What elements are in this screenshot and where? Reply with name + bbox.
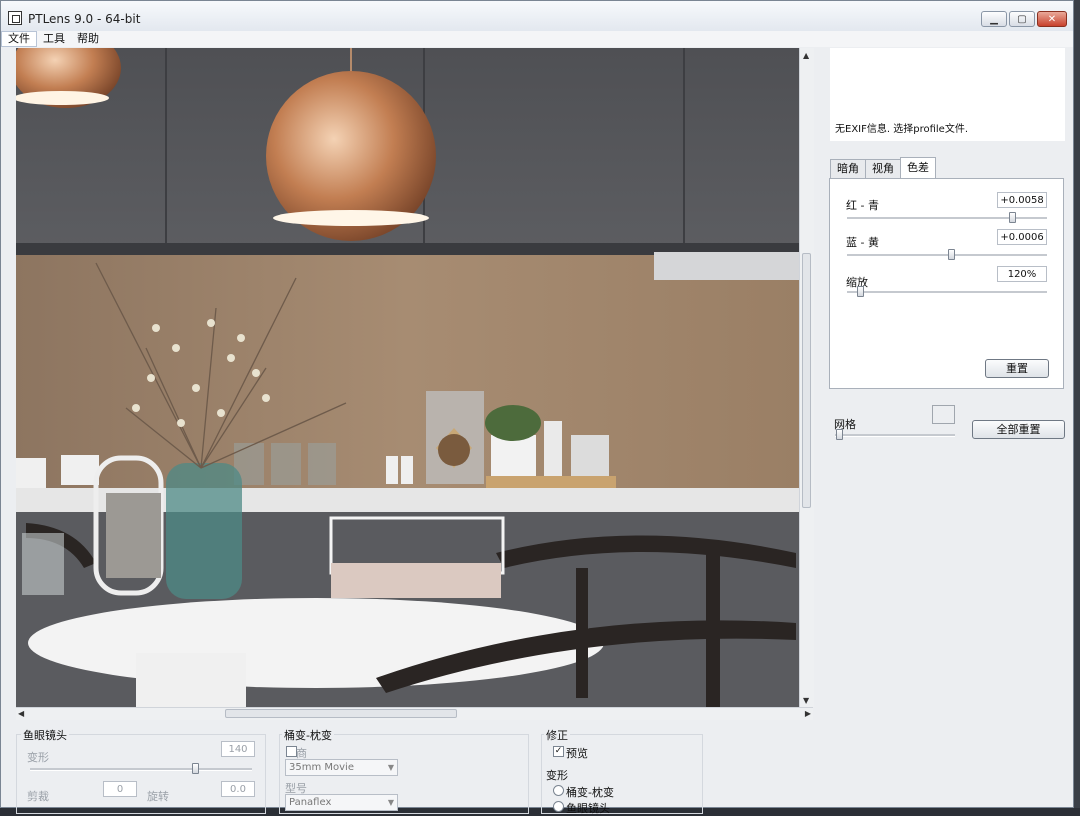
radio-pincushion[interactable] — [553, 785, 564, 796]
rotate-label: 旋转 — [147, 790, 169, 803]
correction-tabs: 暗角 视角 色差 — [830, 157, 936, 178]
distortion-slider-thumb[interactable] — [192, 763, 199, 774]
zoom-slider[interactable] — [847, 291, 1047, 294]
distortion-label: 变形 — [27, 751, 49, 764]
horizontal-scroll-thumb[interactable] — [225, 709, 457, 718]
chevron-down-icon: ▼ — [387, 763, 394, 772]
transform-label: 变形 — [546, 769, 568, 782]
maximize-button[interactable]: ▢ — [1009, 11, 1035, 27]
radio-fisheye-label: 鱼眼镜头 — [566, 802, 610, 815]
zoom-slider-thumb[interactable] — [856, 286, 864, 297]
correction-title: 修正 — [544, 727, 570, 743]
lens-combo-value: Panaflex — [289, 797, 332, 808]
vertical-scrollbar[interactable]: ▲ ▼ — [799, 48, 814, 707]
tab-vignetting[interactable]: 暗角 — [830, 159, 866, 178]
grid-slider-thumb[interactable] — [836, 429, 843, 440]
window-title: PTLens 9.0 - 64-bit — [28, 12, 141, 26]
tab-chromatic[interactable]: 色差 — [900, 157, 936, 178]
title-bar[interactable]: PTLens 9.0 - 64-bit ▁ ▢ ✕ — [1, 1, 1073, 32]
crop-value[interactable]: 0 — [103, 781, 137, 797]
camera-combo-value: 35mm Movie — [289, 762, 354, 773]
ptlens-window: PTLens 9.0 - 64-bit ▁ ▢ ✕ 文件 工具 帮助 ▲ ▼ ◀… — [0, 0, 1074, 815]
red-cyan-slider-thumb[interactable] — [1008, 212, 1016, 223]
menu-help[interactable]: 帮助 — [71, 31, 105, 47]
minimize-button[interactable]: ▁ — [981, 11, 1007, 27]
vertical-scroll-thumb[interactable] — [802, 253, 811, 508]
tab-perspective[interactable]: 视角 — [865, 159, 901, 178]
chromatic-panel: 红 - 青 +0.0058 蓝 - 黄 +0.0006 缩放 120% 重置 — [829, 178, 1064, 389]
crop-label: 剪裁 — [27, 790, 49, 803]
preview-checkbox[interactable]: ✓ — [553, 746, 564, 757]
menu-tools[interactable]: 工具 — [37, 31, 71, 47]
reset-button[interactable]: 重置 — [985, 359, 1049, 378]
scroll-down-icon[interactable]: ▼ — [803, 696, 809, 705]
radio-fisheye[interactable] — [553, 801, 564, 812]
red-cyan-value[interactable]: +0.0058 — [997, 192, 1047, 208]
camera-combo[interactable]: 35mm Movie ▼ — [285, 759, 398, 776]
fisheye-title: 鱼眼镜头 — [21, 727, 69, 743]
preview-label: 预览 — [566, 747, 588, 760]
exif-info-box: 无EXIF信息. 选择profile文件. — [830, 48, 1065, 141]
radio-pincushion-label: 桶变-枕变 — [566, 786, 614, 799]
distortion-value[interactable]: 140 — [221, 741, 255, 757]
image-preview[interactable] — [16, 48, 799, 707]
reset-all-button[interactable]: 全部重置 — [972, 420, 1065, 439]
blue-yellow-value[interactable]: +0.0006 — [997, 229, 1047, 245]
red-cyan-slider[interactable] — [847, 217, 1047, 220]
close-button[interactable]: ✕ — [1037, 11, 1067, 27]
pincushion-title: 桶变-枕变 — [282, 727, 334, 743]
scroll-right-icon[interactable]: ▶ — [805, 709, 811, 718]
zoom-value[interactable]: 120% — [997, 266, 1047, 282]
scroll-left-icon[interactable]: ◀ — [18, 709, 24, 718]
grid-slider[interactable] — [835, 434, 955, 437]
blue-yellow-label: 蓝 - 黄 — [846, 236, 879, 249]
distortion-slider[interactable] — [30, 768, 252, 771]
horizontal-scrollbar[interactable]: ◀ ▶ — [16, 707, 813, 720]
red-cyan-label: 红 - 青 — [846, 199, 879, 212]
blue-yellow-slider-thumb[interactable] — [947, 249, 955, 260]
app-icon[interactable] — [8, 11, 22, 25]
exif-info-text: 无EXIF信息. 选择profile文件. — [835, 124, 968, 135]
scroll-up-icon[interactable]: ▲ — [803, 51, 809, 60]
kitchen-photo — [16, 48, 799, 707]
menu-bar: 文件 工具 帮助 — [1, 31, 1073, 47]
menu-file[interactable]: 文件 — [1, 31, 37, 47]
grid-color-swatch[interactable] — [932, 405, 955, 424]
lens-combo[interactable]: Panaflex ▼ — [285, 794, 398, 811]
rotate-value[interactable]: 0.0 — [221, 781, 255, 797]
desktop-edge — [1074, 0, 1080, 808]
